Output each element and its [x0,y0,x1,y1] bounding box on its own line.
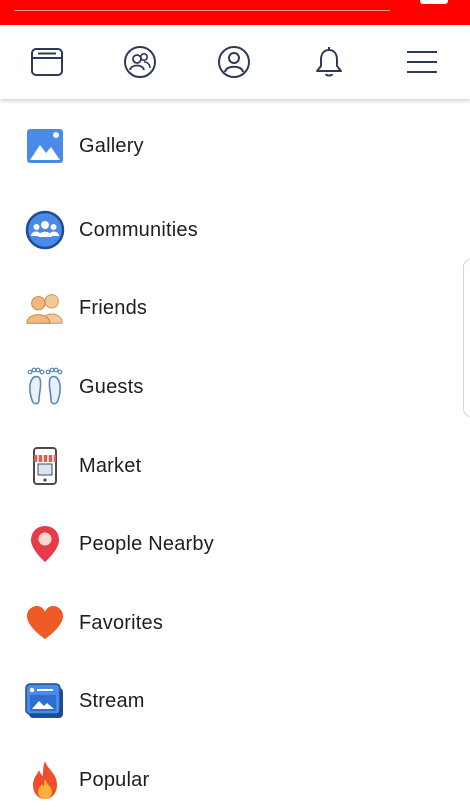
nav-groups-button[interactable] [120,42,160,82]
communities-icon [24,209,66,251]
popular-icon [24,759,66,801]
menu-item-label: Gallery [79,134,144,157]
friends-icon [24,287,66,329]
market-icon [24,445,66,487]
gallery-icon [24,125,66,167]
status-bar-indicator [420,0,448,4]
groups-icon [124,46,156,78]
menu-item-stream[interactable]: Stream [0,671,470,731]
top-navigation-bar [0,25,470,99]
menu-item-friends[interactable]: Friends [0,278,470,338]
menu-list: Gallery Communities Friends Guests Marke… [0,99,470,800]
stream-icon [24,680,66,722]
menu-item-people-nearby[interactable]: People Nearby [0,514,470,574]
status-bar-line [14,10,390,11]
menu-item-favorites[interactable]: Favorites [0,593,470,653]
menu-item-communities[interactable]: Communities [0,200,470,260]
menu-item-label: Market [79,454,142,477]
menu-item-label: Communities [79,218,198,241]
menu-icon [407,51,437,73]
status-bar [0,0,470,25]
menu-item-label: Stream [79,689,145,712]
favorites-icon [24,602,66,644]
menu-item-label: Friends [79,296,148,319]
nav-menu-button[interactable] [402,42,442,82]
menu-item-market[interactable]: Market [0,436,470,496]
menu-item-label: People Nearby [79,532,214,555]
nav-profile-button[interactable] [214,42,254,82]
menu-item-gallery[interactable]: Gallery [0,116,470,176]
menu-item-guests[interactable]: Guests [0,357,470,417]
menu-item-label: Guests [79,375,144,398]
menu-item-label: Favorites [79,611,164,634]
menu-item-popular[interactable]: Popular [0,750,470,810]
guests-icon [24,366,66,408]
nav-newsfeed-button[interactable] [27,42,67,82]
people-nearby-icon [24,523,66,565]
notifications-icon [316,47,342,77]
menu-item-label: Popular [79,768,150,791]
profile-icon [218,46,250,78]
newsfeed-icon [31,48,63,76]
nav-notifications-button[interactable] [309,42,349,82]
